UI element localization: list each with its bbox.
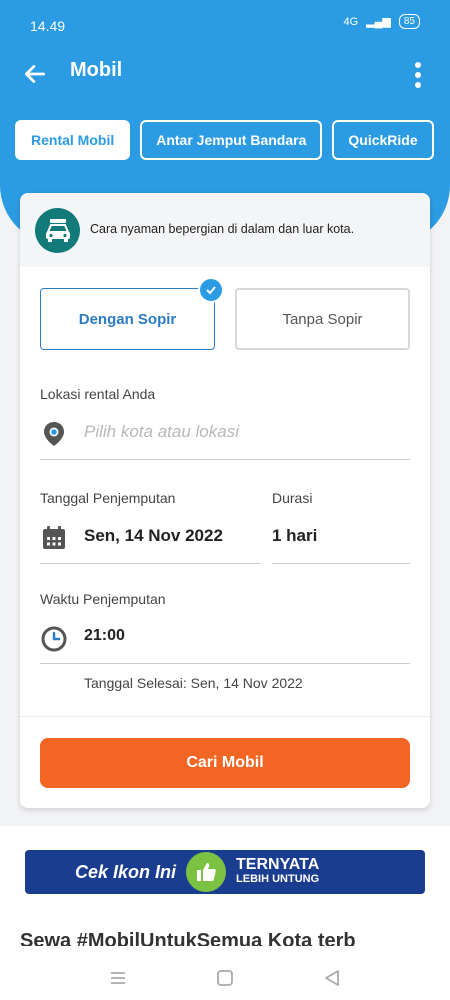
without-driver-label: Tanpa Sopir <box>282 310 363 328</box>
card-divider <box>20 716 430 717</box>
promo-section: Cek Ikon Ini TERNYATA LEBIH UNTUNG Sewa … <box>0 826 450 956</box>
with-driver-option[interactable]: Dengan Sopir <box>40 277 224 350</box>
booking-form-card: Cara nyaman bepergian di dalam dan luar … <box>20 193 430 808</box>
nav-menu-icon[interactable] <box>106 966 130 990</box>
status-bar: 14.49 4G ▂▄▆ 85 <box>0 0 450 38</box>
end-date-text: Tanggal Selesai: Sen, 14 Nov 2022 <box>84 675 303 691</box>
pickup-date-label: Tanggal Penjemputan <box>40 490 176 506</box>
banner-text: Cara nyaman bepergian di dalam dan luar … <box>90 222 355 236</box>
duration-label: Durasi <box>272 490 313 506</box>
location-underline <box>40 459 410 460</box>
nav-back-icon[interactable] <box>320 966 344 990</box>
section-heading: Sewa #MobilUntukSemua Kota terb <box>20 930 356 946</box>
car-icon <box>35 208 80 253</box>
clock-icon <box>41 626 67 652</box>
info-banner: Cara nyaman bepergian di dalam dan luar … <box>20 193 430 267</box>
location-pin-icon <box>44 422 64 446</box>
calendar-icon <box>43 526 65 549</box>
promo-right-text: TERNYATA LEBIH UNTUNG <box>236 856 320 886</box>
battery-indicator: 85 <box>398 14 420 29</box>
app-bar: Mobil <box>0 55 450 95</box>
tab-rental-mobil[interactable]: Rental Mobil <box>15 120 131 160</box>
without-driver-option[interactable]: Tanpa Sopir <box>235 288 410 350</box>
signal-icon: ▂▄▆ <box>366 16 391 28</box>
search-car-button[interactable]: Cari Mobil <box>40 738 410 788</box>
pickup-date-underline <box>40 563 260 564</box>
location-label: Lokasi rental Anda <box>40 386 156 402</box>
page-title: Mobil <box>70 59 123 81</box>
nav-home-icon[interactable] <box>213 966 237 990</box>
promo-right-small: LEBIH UNTUNG <box>236 873 320 885</box>
pickup-time-label: Waktu Penjemputan <box>40 591 166 607</box>
more-vert-icon[interactable] <box>414 61 422 89</box>
check-icon <box>198 277 224 303</box>
with-driver-label: Dengan Sopir <box>78 310 177 328</box>
duration-underline <box>272 563 410 564</box>
back-arrow-icon[interactable] <box>22 61 48 87</box>
pickup-time-value[interactable]: 21:00 <box>84 627 125 645</box>
pickup-date-value[interactable]: Sen, 14 Nov 2022 <box>84 526 223 546</box>
network-label: 4G <box>343 15 359 28</box>
promo-right-big: TERNYATA <box>236 856 320 873</box>
pickup-time-underline <box>40 663 410 664</box>
service-tabs: Rental Mobil Antar Jemput Bandara QuickR… <box>15 120 434 160</box>
promo-left-text: Cek Ikon Ini <box>75 861 177 882</box>
location-input[interactable]: Pilih kota atau lokasi <box>84 422 239 442</box>
tab-quickride[interactable]: QuickRide <box>332 120 434 160</box>
tab-antar-jemput-bandara[interactable]: Antar Jemput Bandara <box>140 120 323 160</box>
thumbs-up-icon <box>186 852 227 892</box>
status-icons: 4G ▂▄▆ 85 <box>343 14 420 29</box>
duration-value[interactable]: 1 hari <box>272 526 317 546</box>
promo-banner[interactable]: Cek Ikon Ini TERNYATA LEBIH UNTUNG <box>25 850 425 894</box>
status-time: 14.49 <box>30 18 66 34</box>
system-nav-bar <box>0 956 450 1000</box>
